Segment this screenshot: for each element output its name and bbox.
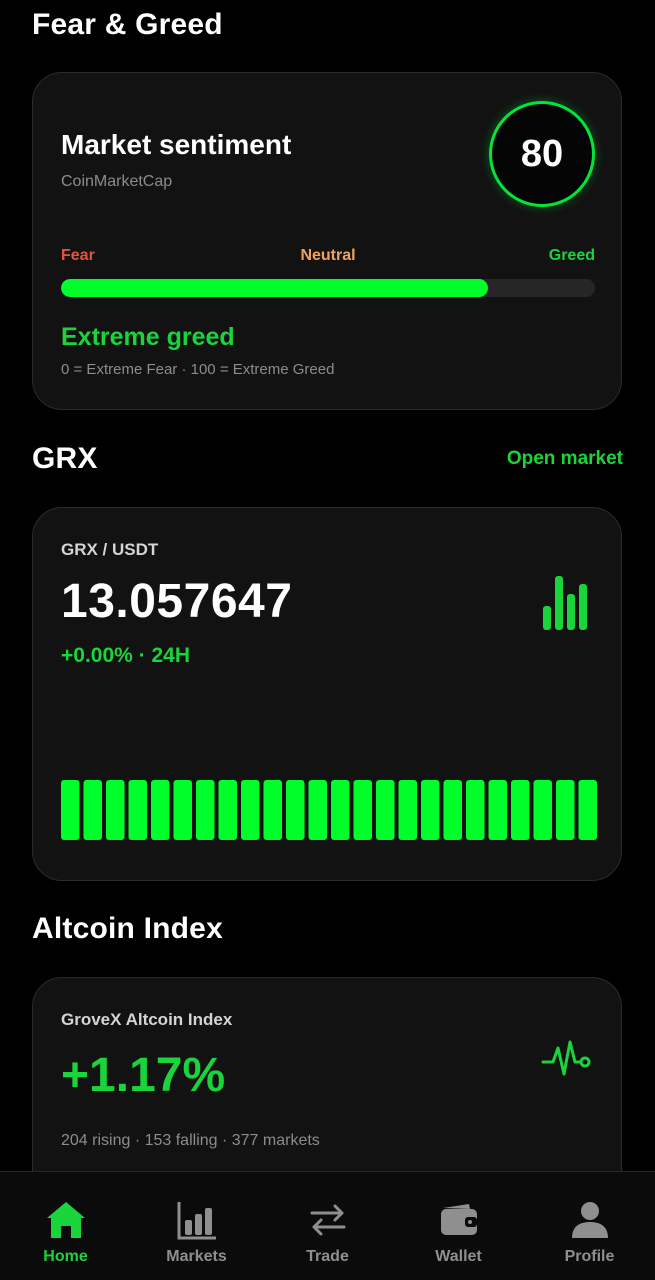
- mini-chart-bar: [61, 780, 80, 840]
- sentiment-scale-labels: Fear Neutral Greed: [61, 247, 595, 269]
- mini-chart-bar: [578, 780, 597, 840]
- grx-price: 13.057647: [61, 575, 293, 628]
- market-sentiment-title: Market sentiment: [61, 129, 292, 160]
- mini-chart-bar: [106, 780, 125, 840]
- nav-item-profile[interactable]: Profile: [524, 1172, 655, 1280]
- home-icon: [46, 1202, 85, 1238]
- grx-change: +0.00% · 24H: [61, 644, 190, 667]
- nav-item-home[interactable]: Home: [0, 1172, 131, 1280]
- sentiment-score-badge: 80: [489, 101, 595, 207]
- nav-label-profile: Profile: [564, 1248, 615, 1265]
- nav-item-wallet[interactable]: Wallet: [393, 1172, 524, 1280]
- mini-chart-bar: [331, 780, 350, 840]
- sentiment-progress-fill: [61, 279, 489, 297]
- grx-section-title: GRX: [32, 442, 98, 475]
- mini-chart-bar: [353, 780, 372, 840]
- grx-card[interactable]: GRX / USDT 13.057647 +0.00% · 24H: [32, 507, 622, 881]
- sentiment-legend: 0 = Extreme Fear · 100 = Extreme Greed: [61, 361, 335, 378]
- altcoin-section-title: Altcoin Index: [32, 912, 223, 945]
- scale-label-greed: Greed: [548, 247, 595, 264]
- mini-chart-bar: [218, 780, 237, 840]
- profile-icon: [571, 1202, 608, 1238]
- home-screen: Fear & Greed Market sentiment CoinMarket…: [0, 0, 655, 1280]
- mini-chart-bar: [443, 780, 462, 840]
- nav-label-markets: Markets: [166, 1248, 227, 1265]
- fear-greed-section-title: Fear & Greed: [32, 8, 223, 41]
- sentiment-progress-track: [61, 279, 595, 297]
- mini-chart-bar: [308, 780, 327, 840]
- mini-chart-bar: [128, 780, 147, 840]
- mini-chart-bar: [173, 780, 192, 840]
- open-market-link[interactable]: Open market: [507, 448, 623, 470]
- nav-item-trade[interactable]: Trade: [262, 1172, 393, 1280]
- altcoin-index-name: GroveX Altcoin Index: [61, 1010, 233, 1029]
- altcoin-index-stats: 204 rising · 153 falling · 377 markets: [61, 1132, 320, 1149]
- mini-chart-bar: [533, 780, 552, 840]
- mini-chart-bar: [263, 780, 282, 840]
- fear-greed-card: Market sentiment CoinMarketCap 80 Fear N…: [32, 72, 622, 410]
- grx-mini-bar-chart: [61, 780, 597, 840]
- bottom-navigation: Home Markets Trade Wallet Profile: [0, 1171, 655, 1280]
- scale-label-neutral: Neutral: [300, 247, 356, 264]
- mini-chart-bar: [398, 780, 417, 840]
- trading-pair: GRX / USDT: [61, 540, 159, 559]
- mini-chart-bar: [286, 780, 305, 840]
- mini-chart-bar: [241, 780, 260, 840]
- bar-chart-icon: [543, 576, 587, 630]
- nav-item-markets[interactable]: Markets: [131, 1172, 262, 1280]
- pulse-icon: [541, 1040, 591, 1076]
- mini-chart-bar: [466, 780, 485, 840]
- sentiment-source: CoinMarketCap: [61, 173, 173, 190]
- mini-chart-bar: [376, 780, 395, 840]
- wallet-icon: [440, 1204, 477, 1235]
- mini-chart-bar: [488, 780, 507, 840]
- swap-icon: [310, 1204, 345, 1236]
- nav-label-wallet: Wallet: [435, 1248, 482, 1265]
- sentiment-status: Extreme greed: [61, 323, 235, 351]
- mini-chart-bar: [83, 780, 102, 840]
- mini-chart-bar: [511, 780, 530, 840]
- mini-chart-bar: [151, 780, 170, 840]
- mini-chart-bar: [556, 780, 575, 840]
- mini-chart-bar: [196, 780, 215, 840]
- scale-label-fear: Fear: [61, 247, 95, 264]
- mini-chart-bar: [421, 780, 440, 840]
- altcoin-index-value: +1.17%: [61, 1049, 226, 1102]
- nav-label-trade: Trade: [306, 1248, 349, 1265]
- nav-label-home: Home: [43, 1248, 88, 1265]
- markets-icon: [177, 1202, 216, 1240]
